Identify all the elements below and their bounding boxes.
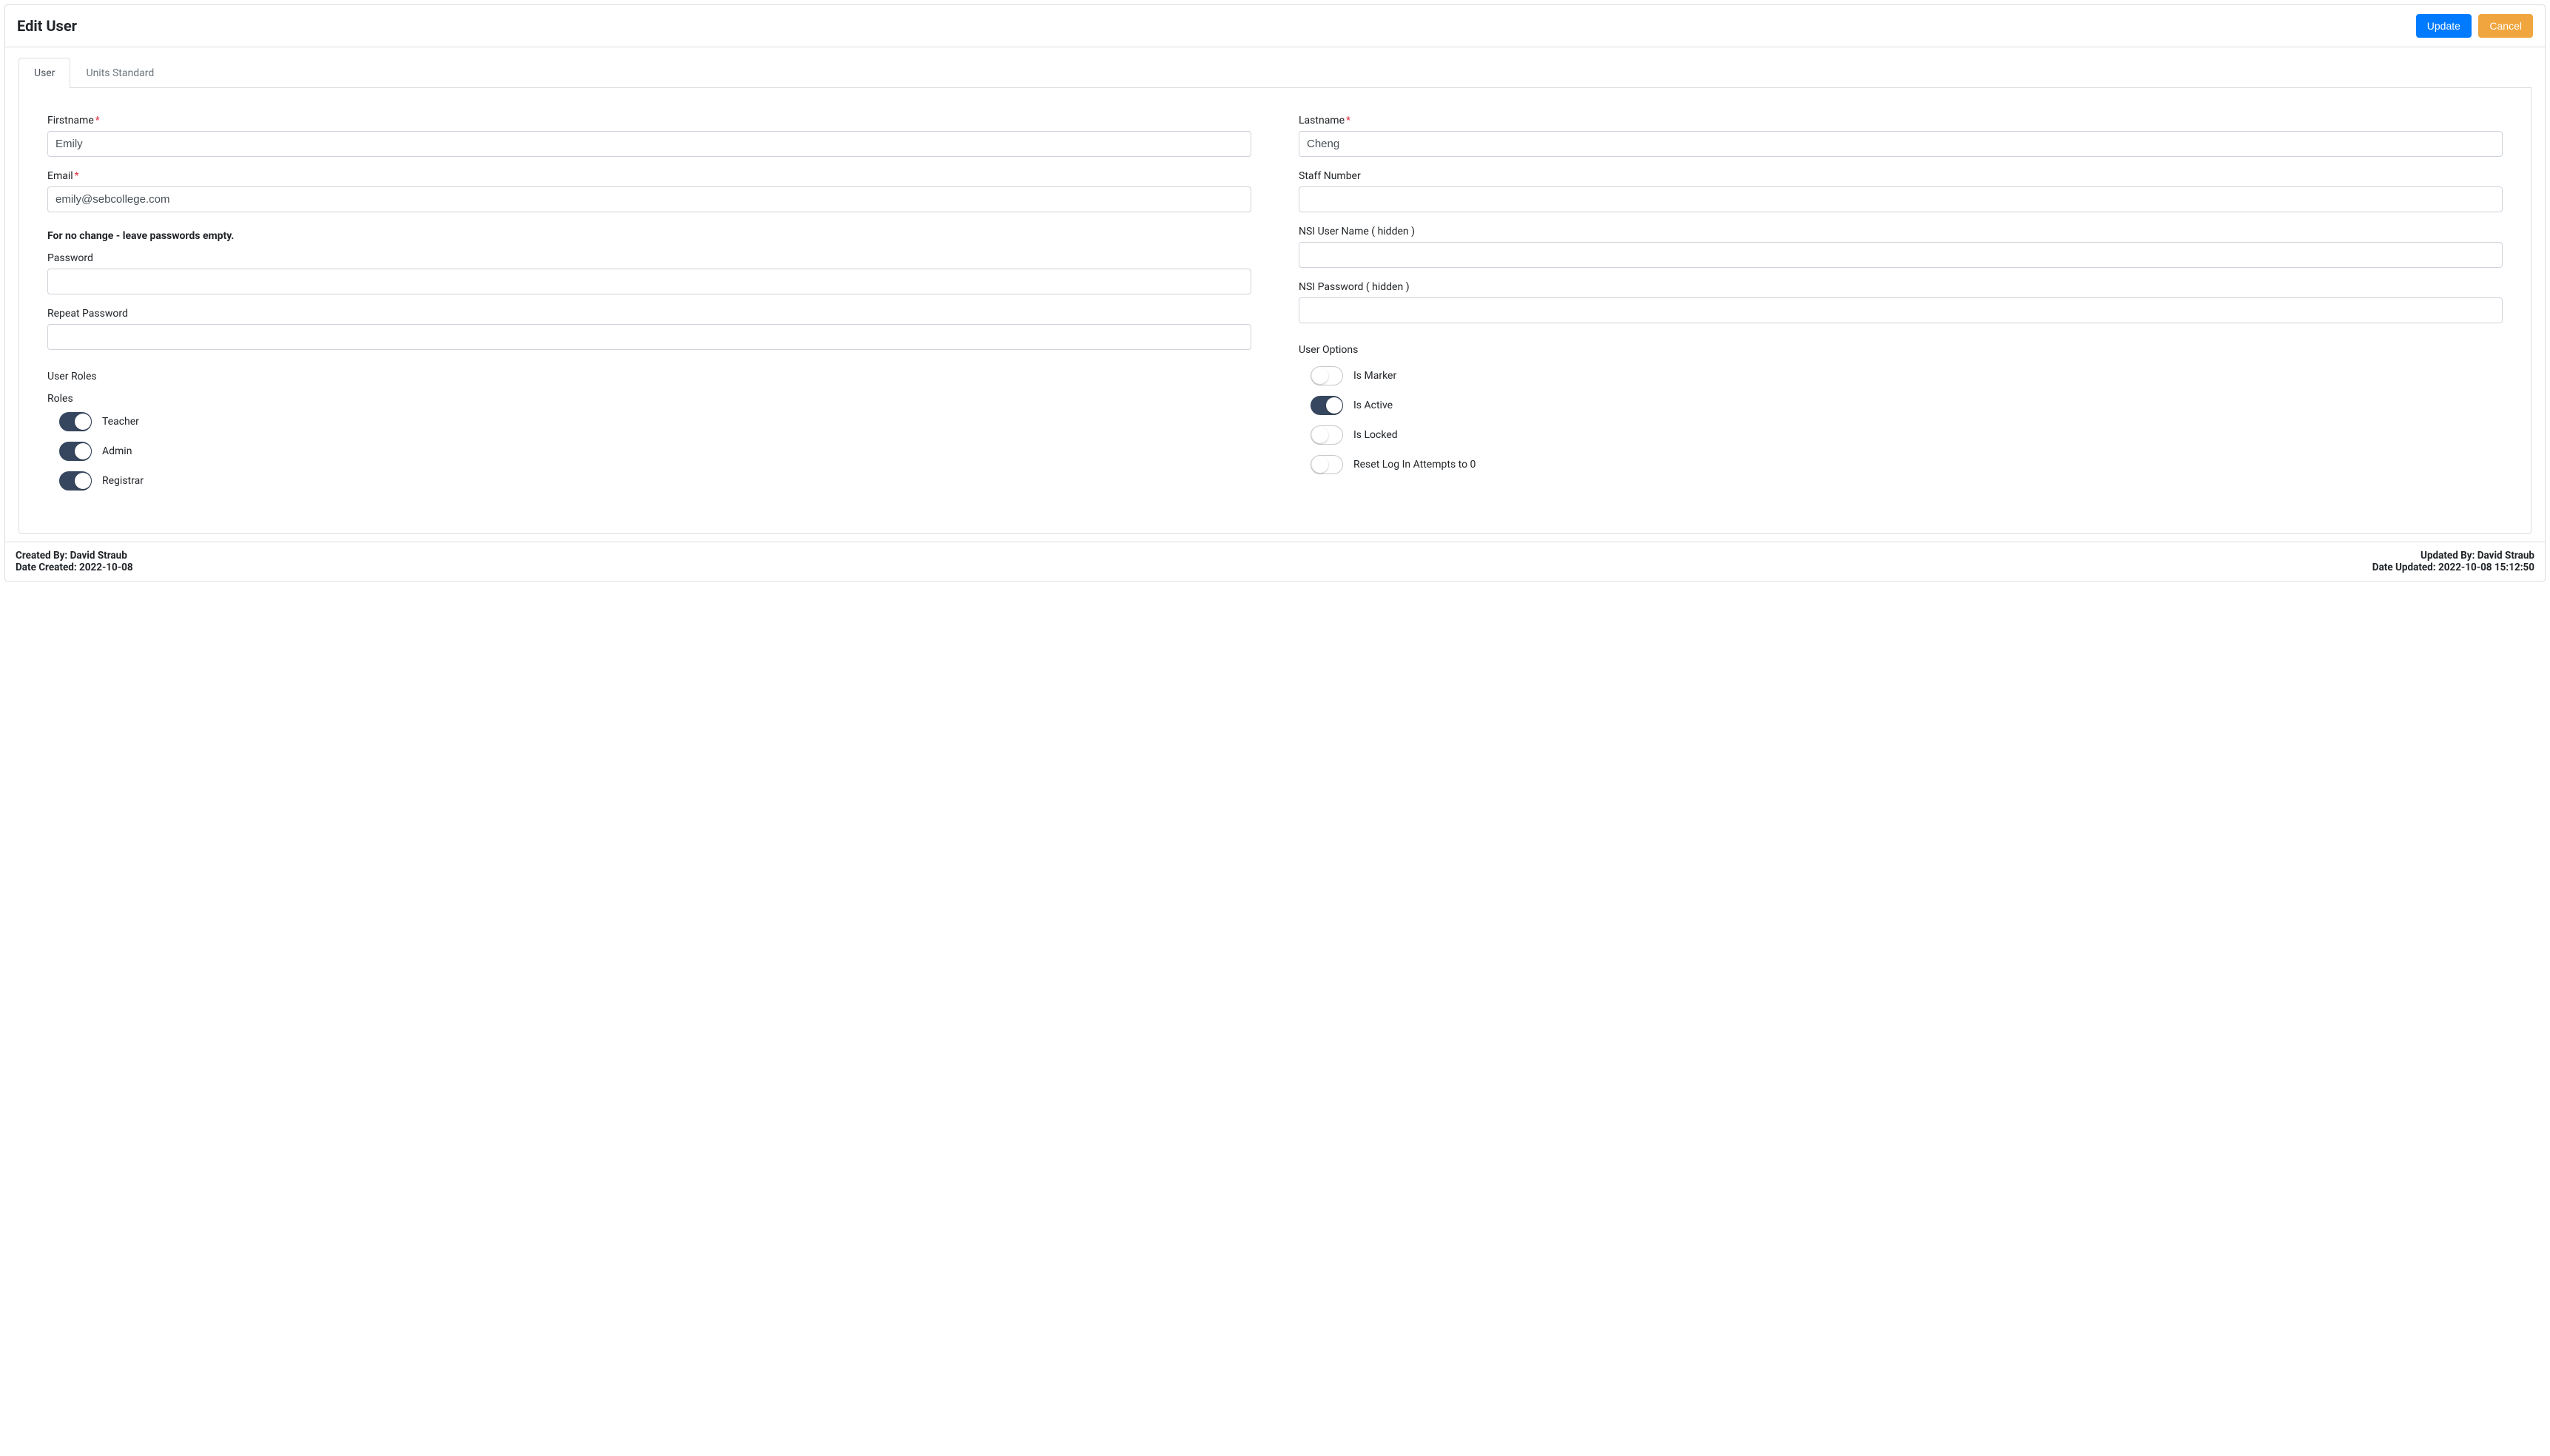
created-by-label: Created By: [16, 550, 70, 562]
right-column: Lastname* Staff Number NSI User Name ( h… [1299, 115, 2503, 501]
email-group: Email* [47, 170, 1251, 212]
date-created-label: Date Created: [16, 562, 79, 573]
date-updated-label: Date Updated: [2372, 562, 2438, 573]
repeat-password-group: Repeat Password [47, 308, 1251, 350]
tab-content-user: Firstname* Email* For no change - leave … [18, 88, 2532, 534]
lastname-group: Lastname* [1299, 115, 2503, 157]
date-created-value: 2022-10-08 [79, 562, 133, 573]
firstname-label: Firstname* [47, 115, 1251, 127]
required-marker: * [75, 170, 79, 182]
nsi-password-label: NSI Password ( hidden ) [1299, 281, 2503, 293]
password-input[interactable] [47, 269, 1251, 294]
option-is-marker-label: Is Marker [1353, 370, 1396, 382]
nsi-password-input[interactable] [1299, 297, 2503, 323]
option-is-locked-toggle[interactable] [1311, 425, 1343, 445]
staff-number-input[interactable] [1299, 186, 2503, 212]
role-admin-label: Admin [102, 445, 132, 457]
role-teacher-toggle[interactable] [59, 412, 92, 431]
created-by-value: David Straub [70, 550, 127, 562]
nsi-username-label: NSI User Name ( hidden ) [1299, 226, 2503, 237]
option-reset-attempts-toggle[interactable] [1311, 455, 1343, 474]
staff-number-label: Staff Number [1299, 170, 2503, 182]
required-marker: * [95, 115, 100, 127]
option-is-marker-row: Is Marker [1299, 366, 2503, 385]
role-admin-row: Admin [47, 442, 1251, 461]
nsi-password-group: NSI Password ( hidden ) [1299, 281, 2503, 323]
form-columns: Firstname* Email* For no change - leave … [47, 115, 2503, 501]
roles-label: Roles [47, 393, 1251, 405]
tab-units-standard[interactable]: Units Standard [70, 58, 169, 88]
role-teacher-row: Teacher [47, 412, 1251, 431]
updated-by-label: Updated By: [2421, 550, 2477, 562]
role-registrar-label: Registrar [102, 475, 144, 487]
panel-body: User Units Standard Firstname* Email* Fo… [5, 47, 2545, 542]
required-marker: * [1346, 115, 1350, 127]
footer-left: Created By: David Straub Date Created: 2… [16, 550, 133, 573]
role-registrar-toggle[interactable] [59, 471, 92, 491]
panel-footer: Created By: David Straub Date Created: 2… [5, 542, 2545, 581]
option-is-active-toggle[interactable] [1311, 396, 1343, 415]
repeat-password-input[interactable] [47, 324, 1251, 350]
option-reset-attempts-row: Reset Log In Attempts to 0 [1299, 455, 2503, 474]
firstname-group: Firstname* [47, 115, 1251, 157]
header-actions: Update Cancel [2412, 14, 2533, 38]
option-is-active-row: Is Active [1299, 396, 2503, 415]
update-button[interactable]: Update [2416, 14, 2472, 38]
role-admin-toggle[interactable] [59, 442, 92, 461]
option-is-locked-label: Is Locked [1353, 429, 1398, 441]
nsi-username-group: NSI User Name ( hidden ) [1299, 226, 2503, 268]
repeat-password-label: Repeat Password [47, 308, 1251, 320]
password-note: For no change - leave passwords empty. [47, 230, 1251, 242]
staff-number-group: Staff Number [1299, 170, 2503, 212]
lastname-label: Lastname* [1299, 115, 2503, 127]
option-is-locked-row: Is Locked [1299, 425, 2503, 445]
option-reset-attempts-label: Reset Log In Attempts to 0 [1353, 459, 1476, 471]
footer-right: Updated By: David Straub Date Updated: 2… [2372, 550, 2534, 573]
user-roles-section-label: User Roles [47, 371, 1251, 382]
option-is-marker-toggle[interactable] [1311, 366, 1343, 385]
page-title: Edit User [17, 17, 77, 35]
option-is-active-label: Is Active [1353, 400, 1393, 411]
date-updated-value: 2022-10-08 15:12:50 [2438, 562, 2534, 573]
email-input[interactable] [47, 186, 1251, 212]
tabs: User Units Standard [18, 58, 2532, 88]
left-column: Firstname* Email* For no change - leave … [47, 115, 1251, 501]
updated-by-value: David Straub [2477, 550, 2534, 562]
email-label: Email* [47, 170, 1251, 182]
role-teacher-label: Teacher [102, 416, 139, 428]
edit-user-panel: Edit User Update Cancel User Units Stand… [4, 4, 2546, 582]
panel-header: Edit User Update Cancel [5, 5, 2545, 47]
firstname-input[interactable] [47, 131, 1251, 157]
cancel-button[interactable]: Cancel [2478, 14, 2533, 38]
password-label: Password [47, 252, 1251, 264]
user-options-section-label: User Options [1299, 344, 2503, 356]
tab-user[interactable]: User [18, 58, 70, 88]
password-group: Password [47, 252, 1251, 294]
nsi-username-input[interactable] [1299, 242, 2503, 268]
role-registrar-row: Registrar [47, 471, 1251, 491]
lastname-input[interactable] [1299, 131, 2503, 157]
